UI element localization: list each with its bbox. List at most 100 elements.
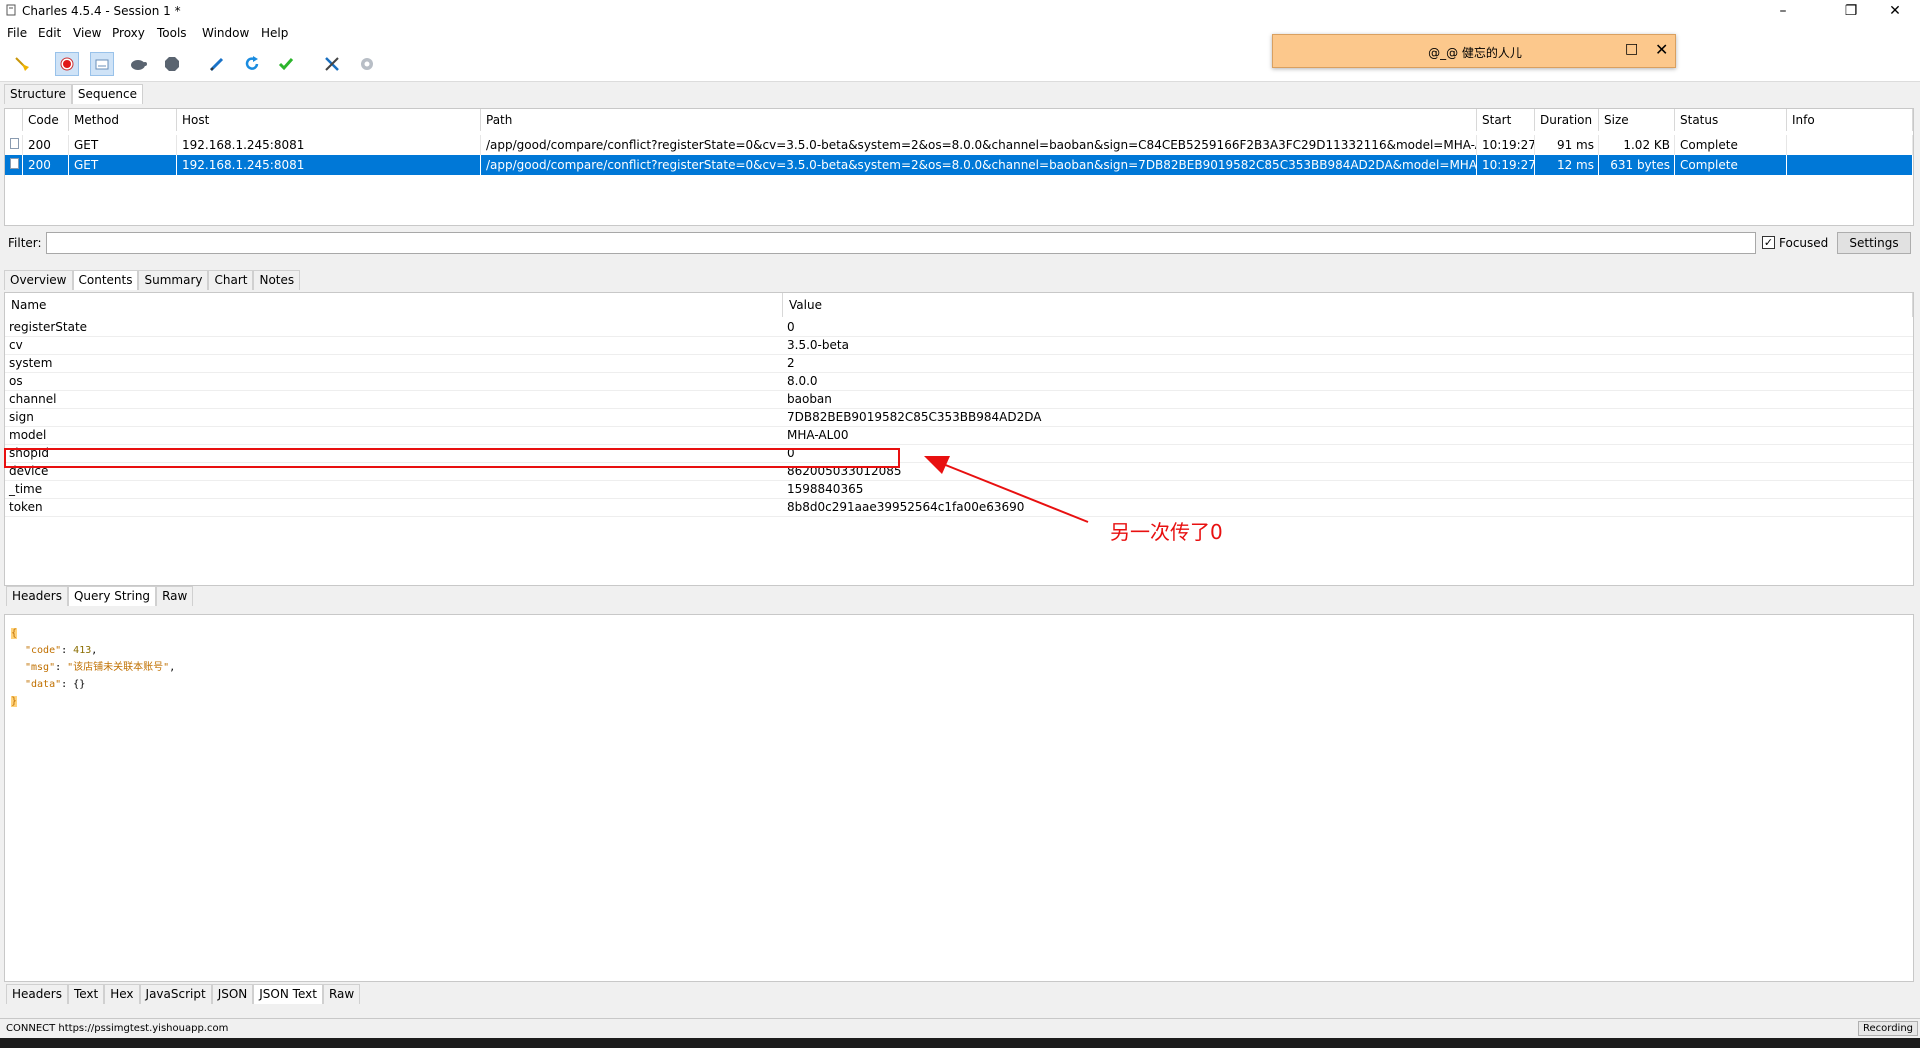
sequence-table: Code Method Host Path Start Duration Siz…: [4, 108, 1914, 226]
column-header-size[interactable]: Size: [1599, 109, 1675, 131]
column-header-host[interactable]: Host: [177, 109, 481, 131]
json-close-brace: }: [11, 696, 18, 707]
param-value: 7DB82BEB9019582C85C353BB984AD2DA: [787, 410, 1042, 424]
popup-maximize-icon[interactable]: □: [1625, 41, 1638, 57]
cell-status: Complete: [1675, 135, 1787, 155]
cell-start: 10:19:27: [1477, 155, 1535, 175]
tab-sequence[interactable]: Sequence: [71, 84, 144, 104]
param-name: cv: [9, 338, 23, 352]
cell-host: 192.168.1.245:8081: [177, 135, 481, 155]
tab-response-text[interactable]: Text: [67, 984, 105, 1004]
record-icon[interactable]: [55, 52, 79, 76]
popup-title: @_@ 健忘的人儿: [1428, 46, 1522, 60]
param-value: MHA-AL00: [787, 428, 849, 442]
column-header-info[interactable]: Info: [1787, 109, 1913, 131]
menu-view[interactable]: View: [73, 26, 101, 40]
cell-code: 200: [23, 135, 69, 155]
param-name: sign: [9, 410, 34, 424]
response-body[interactable]: { "code": 413, "msg": "该店铺未关联本账号", "data…: [4, 614, 1914, 982]
turtle-icon[interactable]: [126, 52, 150, 76]
param-row[interactable]: os 8.0.0: [5, 373, 1913, 391]
cell-status: Complete: [1675, 155, 1787, 175]
settings-button[interactable]: Settings: [1837, 232, 1911, 254]
param-name: model: [9, 428, 47, 442]
param-row[interactable]: system 2: [5, 355, 1913, 373]
tab-response-hex[interactable]: Hex: [104, 984, 140, 1004]
validate-check-icon[interactable]: [274, 52, 298, 76]
param-value: 3.5.0-beta: [787, 338, 849, 352]
cell-info: [1787, 155, 1913, 175]
tab-request-headers[interactable]: Headers: [6, 586, 68, 606]
param-name: system: [9, 356, 53, 370]
column-header-method[interactable]: Method: [69, 109, 177, 131]
menu-file[interactable]: File: [7, 26, 27, 40]
tools-icon[interactable]: [320, 52, 344, 76]
tab-contents[interactable]: Contents: [72, 270, 139, 290]
column-header-start[interactable]: Start: [1477, 109, 1535, 131]
filter-input[interactable]: [46, 232, 1756, 254]
json-viewer: { "code": 413, "msg": "该店铺未关联本账号", "data…: [11, 625, 175, 710]
cell-size: 1.02 KB: [1599, 135, 1675, 155]
tab-request-raw[interactable]: Raw: [156, 586, 194, 606]
focused-label: Focused: [1779, 236, 1829, 250]
cell-method: GET: [69, 135, 177, 155]
param-row[interactable]: cv 3.5.0-beta: [5, 337, 1913, 355]
query-params-table: Name Value registerState 0 cv 3.5.0-beta s…: [4, 292, 1914, 586]
throttle-icon[interactable]: [90, 52, 114, 76]
column-header-code[interactable]: Code: [23, 109, 69, 131]
param-name: token: [9, 500, 43, 514]
highlight-box: [4, 448, 900, 468]
column-header-duration[interactable]: Duration: [1535, 109, 1599, 131]
json-line: "data": {}: [25, 679, 86, 690]
pen-icon[interactable]: [205, 52, 229, 76]
menu-window[interactable]: Window: [202, 26, 249, 40]
menu-help[interactable]: Help: [261, 26, 288, 40]
settings-gear-icon[interactable]: [355, 52, 379, 76]
popup-close-icon[interactable]: ✕: [1655, 40, 1668, 59]
column-header-value[interactable]: Value: [783, 293, 1913, 317]
title-bar: Charles 4.5.4 - Session 1 * – ❐ ✕: [0, 0, 1920, 22]
param-value: 0: [787, 320, 795, 334]
recording-indicator[interactable]: Recording: [1858, 1021, 1919, 1036]
cell-path: /app/good/compare/conflict?registerState…: [481, 135, 1477, 155]
table-row[interactable]: 200 GET 192.168.1.245:8081 /app/good/com…: [5, 135, 1913, 155]
focused-checkbox[interactable]: ✓: [1762, 236, 1775, 249]
filter-label: Filter:: [8, 236, 42, 250]
restore-button[interactable]: ❐: [1828, 0, 1874, 22]
tab-response-javascript[interactable]: JavaScript: [139, 984, 212, 1004]
param-row[interactable]: channel baoban: [5, 391, 1913, 409]
column-header-path[interactable]: Path: [481, 109, 1477, 131]
param-row[interactable]: sign 7DB82BEB9019582C85C353BB984AD2DA: [5, 409, 1913, 427]
menu-tools[interactable]: Tools: [157, 26, 187, 40]
tab-notes[interactable]: Notes: [253, 270, 301, 290]
tab-response-json[interactable]: JSON: [211, 984, 254, 1004]
tab-query-string[interactable]: Query String: [67, 586, 157, 606]
menu-edit[interactable]: Edit: [38, 26, 61, 40]
tab-response-json-text[interactable]: JSON Text: [253, 984, 323, 1004]
column-header-name[interactable]: Name: [5, 293, 783, 317]
menu-proxy[interactable]: Proxy: [112, 26, 145, 40]
json-line: "msg": "该店铺未关联本账号",: [25, 662, 176, 673]
param-name: registerState: [9, 320, 88, 334]
broom-icon[interactable]: [10, 52, 34, 76]
column-header-status[interactable]: Status: [1675, 109, 1787, 131]
minimize-button[interactable]: –: [1760, 0, 1806, 22]
tab-overview[interactable]: Overview: [4, 270, 73, 290]
tab-response-headers[interactable]: Headers: [6, 984, 68, 1004]
tab-structure[interactable]: Structure: [4, 84, 72, 104]
param-value: 2: [787, 356, 795, 370]
app-icon: [6, 4, 16, 16]
json-open-brace: {: [11, 628, 18, 639]
param-value: baoban: [787, 392, 832, 406]
param-row[interactable]: registerState 0: [5, 319, 1913, 337]
annotation-arrow-icon: [924, 456, 1089, 523]
request-tabs: Headers Query String Raw: [6, 586, 194, 606]
param-row[interactable]: model MHA-AL00: [5, 427, 1913, 445]
tab-chart[interactable]: Chart: [208, 270, 254, 290]
table-row-selected[interactable]: 200 GET 192.168.1.245:8081 /app/good/com…: [5, 155, 1913, 175]
close-button[interactable]: ✕: [1872, 0, 1918, 22]
refresh-icon[interactable]: [240, 52, 264, 76]
tab-summary[interactable]: Summary: [138, 270, 209, 290]
stop-icon[interactable]: [160, 52, 184, 76]
tab-response-raw[interactable]: Raw: [322, 984, 361, 1004]
